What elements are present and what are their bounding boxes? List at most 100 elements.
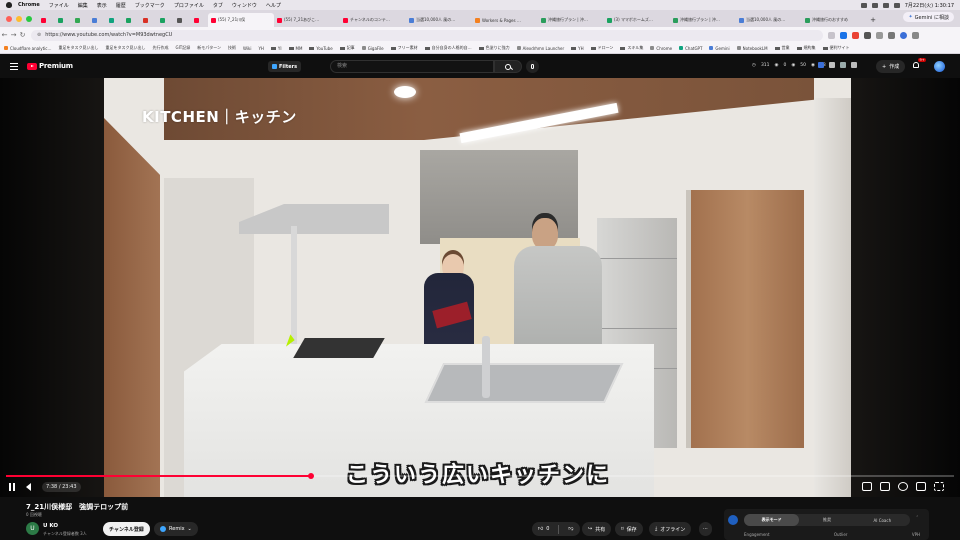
status-icon[interactable] [871,2,878,8]
like-button[interactable]: 👍︎ 0 [532,522,555,536]
pinned-tab[interactable] [38,13,55,27]
bookmark-item[interactable]: 技術 [228,45,236,51]
bookmark-item[interactable]: Wiki [243,46,251,51]
pinned-tab[interactable] [157,13,174,27]
bookmark-item[interactable]: ⾃分⾃⾝の⼈格的⾃… [424,45,472,51]
fullscreen-icon[interactable] [934,482,944,491]
bookmark-item[interactable]: MM [288,46,302,51]
mode-tab-recommend[interactable]: 推奨 [799,514,854,526]
menu-view[interactable]: 表示 [97,2,107,9]
bookmark-item[interactable]: ChatGPT [679,46,702,51]
zoom-window-icon[interactable] [26,16,32,22]
browser-tab[interactable]: 沖縄旅行プラン | 沖… [538,13,604,27]
pinned-tab[interactable] [106,13,123,27]
menu-help[interactable]: ヘルプ [266,2,281,9]
save-button[interactable]: ⌑ 保存 [615,522,643,536]
video-player[interactable] [0,78,960,497]
bookmark-item[interactable]: 色塗りに強⼒ [478,45,510,51]
search-button[interactable] [494,60,522,73]
address-bar[interactable]: ⊚ https://www.youtube.com/watch?v=M93dwt… [31,29,823,41]
menubar-clock[interactable]: 7月22日(火) 1:30:17 [905,2,954,9]
bookmark-item[interactable]: スキル集 [620,45,643,51]
site-info-icon[interactable]: ⊚ [37,32,41,38]
bookmark-item[interactable]: フリー素材 [390,45,418,51]
channel-name[interactable]: U KO [43,523,58,529]
pause-button[interactable] [9,483,15,491]
share-button[interactable]: ↪ 共有 [582,522,612,536]
bookmark-item[interactable]: 記事 [339,45,355,51]
bookmark-item[interactable]: Chrome [650,46,672,51]
menu-app-name[interactable]: Chrome [18,2,40,8]
menu-profiles[interactable]: プロファイル [174,2,204,9]
menu-history[interactable]: 履歴 [116,2,126,9]
extension-icon[interactable] [829,62,835,68]
mode-tab-ai-coach[interactable]: AI Coach [855,514,910,526]
channel-avatar[interactable]: U [26,522,39,535]
collapse-chevron-icon[interactable]: ˆ [916,516,919,522]
wifi-icon[interactable] [882,2,889,8]
bookmark-item[interactable]: NotebookLM [736,46,768,51]
bookmark-item[interactable]: Alexdrhmn Launcher [516,46,564,51]
search-input[interactable]: 検索 [330,60,494,73]
bookmark-item[interactable]: 重⾜をタスク⾒い出し [58,45,98,51]
extension-icon[interactable] [840,62,846,68]
bookmark-item[interactable]: 重⾜をタスク⾒い出し [105,45,145,51]
more-actions-button[interactable]: ··· [699,522,712,536]
dislike-button[interactable]: 👎︎ [562,522,579,536]
settings-gear-icon[interactable] [898,482,908,491]
pinned-tab[interactable] [72,13,89,27]
pinned-tab[interactable] [123,13,140,27]
browser-tab-active[interactable]: (55) 7_21川俣 [208,13,274,27]
gemini-button[interactable]: ✦ Gemini に相談 [903,12,954,22]
notifications-bell-icon[interactable] [913,62,921,70]
pinned-tab[interactable] [55,13,72,27]
profile-avatar-icon[interactable] [900,31,907,39]
extension-logo-icon[interactable] [728,515,738,525]
back-icon[interactable]: ← [0,31,9,39]
mode-tab-display[interactable]: 表示モード [744,514,800,526]
create-button[interactable]: + 作成 [876,60,906,73]
extensions-puzzle-icon[interactable] [876,31,883,39]
extension-icon[interactable] [818,62,824,68]
extension-icon[interactable] [840,31,847,39]
menu-edit[interactable]: 編集 [78,2,88,9]
browser-tab[interactable]: 沖縄旅行プラン | 沖… [670,13,736,27]
reload-icon[interactable]: ↻ [18,31,27,39]
pinned-tab[interactable] [191,13,208,27]
pinned-tab[interactable] [140,13,157,27]
bookmark-item[interactable]: YouTube [309,46,333,51]
bookmark-star-icon[interactable] [828,31,835,39]
menu-window[interactable]: ウィンドウ [232,2,257,9]
bookmark-item[interactable]: 先⾏作成 [152,45,168,51]
bookmark-item[interactable]: GigaFile [361,46,384,51]
browser-tab[interactable]: (55) 7_21あびこ… [274,13,340,27]
subtitles-icon[interactable] [880,482,890,491]
bookmark-item[interactable]: 便利サイト [822,45,850,51]
browser-tab[interactable]: 沖縄旅行のおすすめ [802,13,868,27]
pinned-tab[interactable] [174,13,191,27]
close-window-icon[interactable] [6,16,12,22]
battery-icon[interactable] [893,2,900,8]
browser-menu-icon[interactable] [912,31,919,39]
menu-hamburger-icon[interactable] [10,63,18,70]
sidepanel-icon[interactable] [888,31,895,39]
extension-icon[interactable] [864,31,871,39]
remix-button[interactable]: Remix ⌄ [154,522,198,536]
browser-tab[interactable]: (3) ママボホームズ… [604,13,670,27]
youtube-logo[interactable]: Premium [27,62,73,70]
voice-search-button[interactable] [526,60,539,73]
bookmark-item[interactable]: Gemini [709,46,730,51]
bookmark-item[interactable]: GIT記録 [175,45,190,51]
apple-icon[interactable] [6,2,12,8]
autoplay-toggle-icon[interactable] [862,482,872,491]
bookmark-item[interactable]: 新モパターン [197,45,221,51]
video-frame-kitchen-scene[interactable] [104,78,851,497]
offline-download-button[interactable]: ⤓ オフライン [649,522,692,536]
forward-icon[interactable]: → [9,31,18,39]
account-avatar[interactable] [934,61,945,72]
browser-tab[interactable]: Workers & Pages … [472,13,538,27]
new-tab-button[interactable]: + [868,13,878,27]
bookmark-item[interactable]: YH [258,46,263,51]
minimize-window-icon[interactable] [16,16,22,22]
bookmark-item[interactable]: ドローン [590,45,613,51]
